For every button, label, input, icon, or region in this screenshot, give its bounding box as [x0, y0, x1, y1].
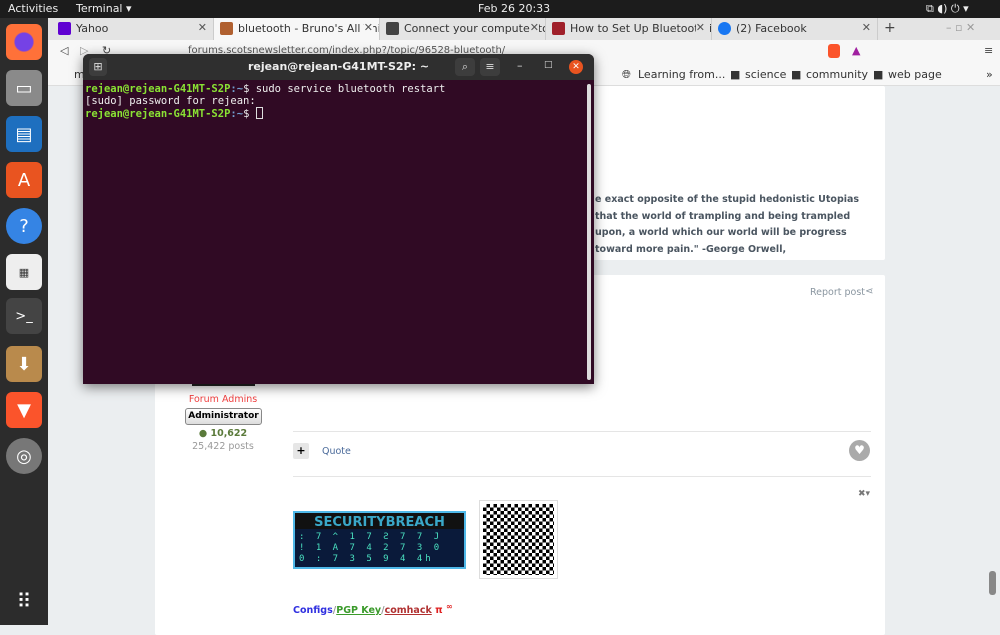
tab-label: How to Set Up Bluetooth i: [570, 22, 712, 35]
prompt-path: :~: [230, 108, 244, 120]
writer-icon[interactable]: ▤: [6, 116, 42, 152]
tab-yahoo[interactable]: Yahoo ✕: [52, 18, 214, 40]
maximize-icon[interactable]: □: [544, 60, 553, 70]
qr-code: [479, 500, 558, 579]
forum-favicon: [220, 22, 233, 35]
prompt-user: rejean@rejean-G41MT-S2P: [85, 108, 231, 120]
brave-icon[interactable]: ▼: [6, 392, 42, 428]
terminal-app-menu[interactable]: Terminal ▾: [76, 2, 132, 15]
bookmark-learning[interactable]: Learning from...: [638, 68, 725, 81]
back-icon[interactable]: ◁: [60, 44, 68, 57]
sudoku-icon[interactable]: ▦: [6, 254, 42, 290]
signature-options-icon[interactable]: ✖▾: [858, 489, 870, 499]
dock: ▭ ▤ A ? ▦ >_ ⬇ ▼ ◎ ⠿: [0, 18, 48, 625]
tab-label: (2) Facebook: [736, 22, 807, 35]
app-grid-icon[interactable]: ⠿: [6, 583, 42, 619]
banner-text: SECURITYBREACH: [314, 515, 445, 530]
scrollbar[interactable]: [989, 571, 996, 595]
user-group: Forum Admins: [188, 394, 258, 405]
folder-icon: ■: [791, 68, 802, 81]
tab-bluetooth[interactable]: bluetooth - Bruno's All Thi ✕: [214, 18, 380, 40]
terminal-header: ⊞ rejean@rejean-G41MT-S2P: ~ ⌕ ≡ – □ ✕: [83, 54, 594, 80]
securitybreach-banner: SECURITYBREACH : 7 ^ 1 7 Ƨ 7 7 J! 1 A 7 …: [293, 511, 466, 569]
tab-bar: Yahoo ✕ bluetooth - Bruno's All Thi ✕ Conn…: [48, 18, 1000, 40]
more-bookmarks-icon[interactable]: »: [986, 68, 993, 81]
close-tab-icon[interactable]: ✕: [862, 21, 871, 34]
files-icon[interactable]: ▭: [6, 70, 42, 106]
close-tab-icon[interactable]: ✕: [198, 21, 207, 34]
prompt-path: :~: [230, 83, 244, 95]
tab-connect[interactable]: Connect your computer to ✕: [380, 18, 546, 40]
signature-links: Configs/PGP Key/comhack π ∞: [293, 602, 453, 617]
brave-rewards-icon[interactable]: ▲: [852, 44, 860, 57]
new-tab-button[interactable]: +: [884, 20, 896, 36]
globe-icon: 🌐︎: [622, 68, 631, 81]
tab-facebook[interactable]: (2) Facebook ✕: [712, 18, 878, 40]
activities-button[interactable]: Activities: [8, 2, 58, 15]
window-controls[interactable]: – ▫ ✕: [946, 21, 975, 34]
search-icon[interactable]: ⌕: [455, 58, 475, 76]
terminal-line: [sudo] password for rejean:: [85, 95, 256, 107]
top-bar: Activities Terminal ▾ Feb 26 20:33 ⧉ ◖) …: [0, 0, 1000, 18]
infinity-symbol: ∞: [445, 602, 453, 611]
bookmark-community[interactable]: community: [806, 68, 868, 81]
tab-label: Connect your computer to: [404, 22, 546, 35]
bookmark-web-page[interactable]: web page: [888, 68, 942, 81]
software-icon[interactable]: A: [6, 162, 42, 198]
facebook-favicon: [718, 22, 731, 35]
tab-label: Yahoo: [76, 22, 109, 35]
terminal-line: rejean@rejean-G41MT-S2P:~$ sudo service …: [85, 83, 592, 95]
prompt-user: rejean@rejean-G41MT-S2P: [85, 83, 231, 95]
archive-icon[interactable]: ⬇: [6, 346, 42, 382]
configs-link[interactable]: Configs: [293, 605, 333, 616]
pgp-key-link[interactable]: PGP Key: [336, 605, 381, 616]
help-icon[interactable]: ?: [6, 208, 42, 244]
close-tab-icon[interactable]: ✕: [695, 21, 705, 34]
terminal-window[interactable]: ⊞ rejean@rejean-G41MT-S2P: ~ ⌕ ≡ – □ ✕ r…: [83, 54, 594, 384]
disc-icon[interactable]: ◎: [6, 438, 42, 474]
yahoo-favicon: [58, 22, 71, 35]
comhack-link[interactable]: comhack: [385, 605, 432, 616]
reputation: ● 10,622: [198, 428, 248, 439]
command: $: [243, 108, 256, 120]
terminal-icon[interactable]: >_: [6, 298, 42, 334]
minimize-icon[interactable]: –: [517, 59, 523, 72]
terminal-line: rejean@rejean-G41MT-S2P:~$: [85, 107, 592, 120]
signature-quote: e exact opposite of the stupid hedonisti…: [595, 194, 860, 255]
hamburger-menu-icon[interactable]: ≡: [480, 58, 500, 76]
divider: [293, 476, 871, 477]
close-tab-icon[interactable]: ✕: [529, 21, 539, 34]
terminal-scrollbar[interactable]: [587, 84, 591, 380]
cursor: [255, 107, 263, 119]
quote-button[interactable]: Quote: [322, 446, 351, 457]
close-tab-icon[interactable]: ✕: [363, 21, 373, 34]
brave-shield-icon[interactable]: [828, 44, 840, 58]
folder-icon: ■: [873, 68, 884, 81]
post-count: 25,422 posts: [192, 441, 254, 452]
pi-symbol: π: [435, 605, 443, 617]
rank-badge: Administrator: [185, 408, 262, 425]
terminal-output[interactable]: rejean@rejean-G41MT-S2P:~$ sudo service …: [83, 80, 594, 123]
clock[interactable]: Feb 26 20:33: [478, 2, 550, 15]
site-favicon: [386, 22, 399, 35]
system-tray[interactable]: ⧉ ◖) ⏻ ▾: [926, 2, 969, 16]
like-heart-icon[interactable]: ♥: [849, 440, 870, 461]
command: $ sudo service bluetooth restart: [243, 83, 446, 95]
site-favicon: [552, 22, 565, 35]
firefox-icon[interactable]: [6, 24, 42, 60]
divider: [293, 431, 871, 432]
report-post-link[interactable]: Report post: [810, 287, 865, 298]
share-icon[interactable]: ⋖: [865, 286, 873, 297]
tab-howto[interactable]: How to Set Up Bluetooth i ✕: [546, 18, 712, 40]
multiquote-button[interactable]: +: [293, 443, 309, 459]
reputation-value: 10,622: [210, 428, 248, 439]
folder-icon: ■: [730, 68, 741, 81]
bookmark-science[interactable]: science: [745, 68, 786, 81]
menu-icon[interactable]: ≡: [984, 44, 993, 57]
tab-label: bluetooth - Bruno's All Thi: [238, 22, 380, 35]
close-icon[interactable]: ✕: [569, 60, 583, 74]
